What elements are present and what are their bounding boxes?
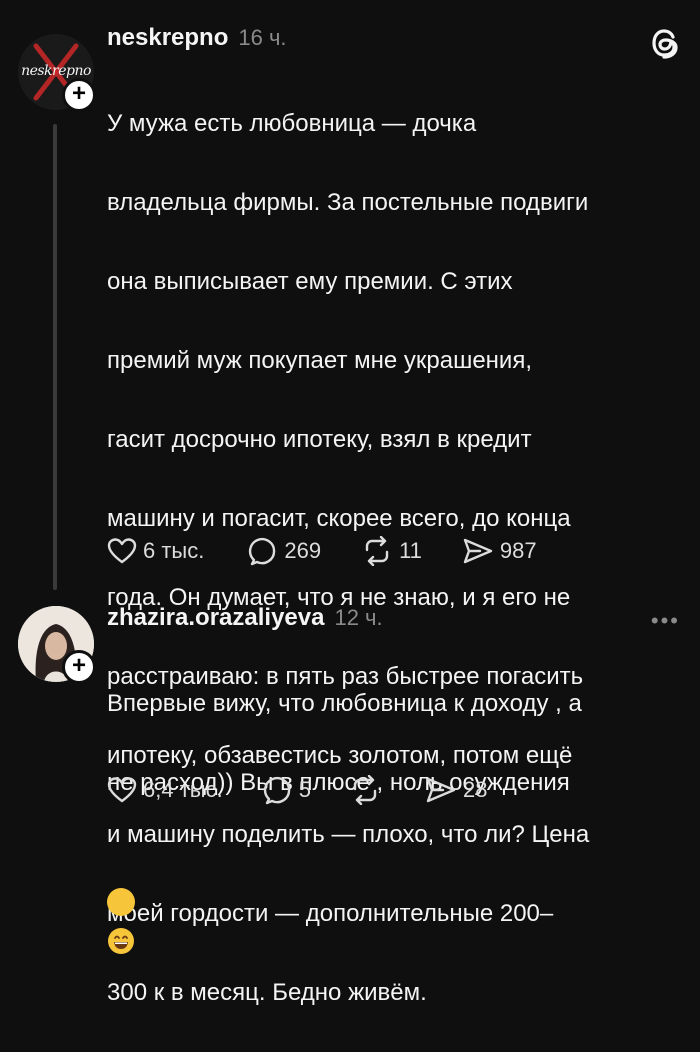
like-button[interactable]: 6,4 тыс. [107,776,223,804]
comment-count: 5 [298,777,311,802]
grinning-emoji-icon [107,887,135,955]
heart-icon [107,777,137,803]
follow-plus-icon[interactable]: + [62,650,96,684]
share-button[interactable]: 987 [462,537,537,565]
timestamp: 12 ч. [334,605,383,630]
heart-icon [107,538,137,564]
share-count: 987 [499,538,537,563]
share-send-icon [463,538,493,564]
like-count: 6,4 тыс. [143,777,223,802]
repost-button[interactable]: 11 [361,536,422,566]
share-count: 28 [462,777,488,802]
avatar-neskrepno[interactable]: neskrepno + [18,34,96,112]
repost-icon [365,536,389,566]
comment-bubble-icon [263,776,290,805]
username[interactable]: neskrepno [107,24,228,52]
repost-count: 11 [399,538,422,563]
share-send-icon [426,777,456,803]
comment-bubble-icon [249,537,276,566]
follow-plus-icon[interactable]: + [62,78,96,112]
reply-text-line [107,842,682,955]
post-text-line: У мужа есть любовница — дочка [107,109,477,137]
avatar-logo-text: neskrepno [21,63,91,79]
repost-button[interactable] [349,775,381,805]
post-text-line: 300 к в месяц. Бедно живём. [107,978,427,1006]
comment-count: 269 [284,538,322,563]
like-button[interactable]: 6 тыс. [107,537,204,565]
username[interactable]: zhazira.orazaliyeva [107,604,324,632]
post-text-line: владельца фирмы. За постельные подвиги [107,188,589,216]
share-button[interactable]: 28 [425,776,487,804]
post-text-line: гасит досрочно ипотеку, взял в кредит [107,425,532,453]
post-neskrepno: neskrepno + neskrepno 16 ч. У мужа есть … [0,0,700,1006]
reply-text-line: Впервые вижу, что любовница к доходу , а [107,689,582,717]
post-zhazira: + zhazira.orazaliyeva 12 ч. ••• Впервые … [0,600,700,955]
post-text-line: она выписывает ему премии. С этих [107,267,513,295]
like-count: 6 тыс. [143,538,205,563]
post-text-line: премий муж покупает мне украшения, [107,346,532,374]
thread-line [53,124,57,590]
more-options-icon[interactable]: ••• [651,608,680,634]
comment-button[interactable]: 269 [248,536,321,566]
threads-logo-icon[interactable] [650,26,682,60]
timestamp: 16 ч. [238,25,287,50]
avatar-zhazira[interactable]: + [18,606,96,684]
comment-button[interactable]: 5 [263,775,311,805]
repost-icon [353,775,377,805]
